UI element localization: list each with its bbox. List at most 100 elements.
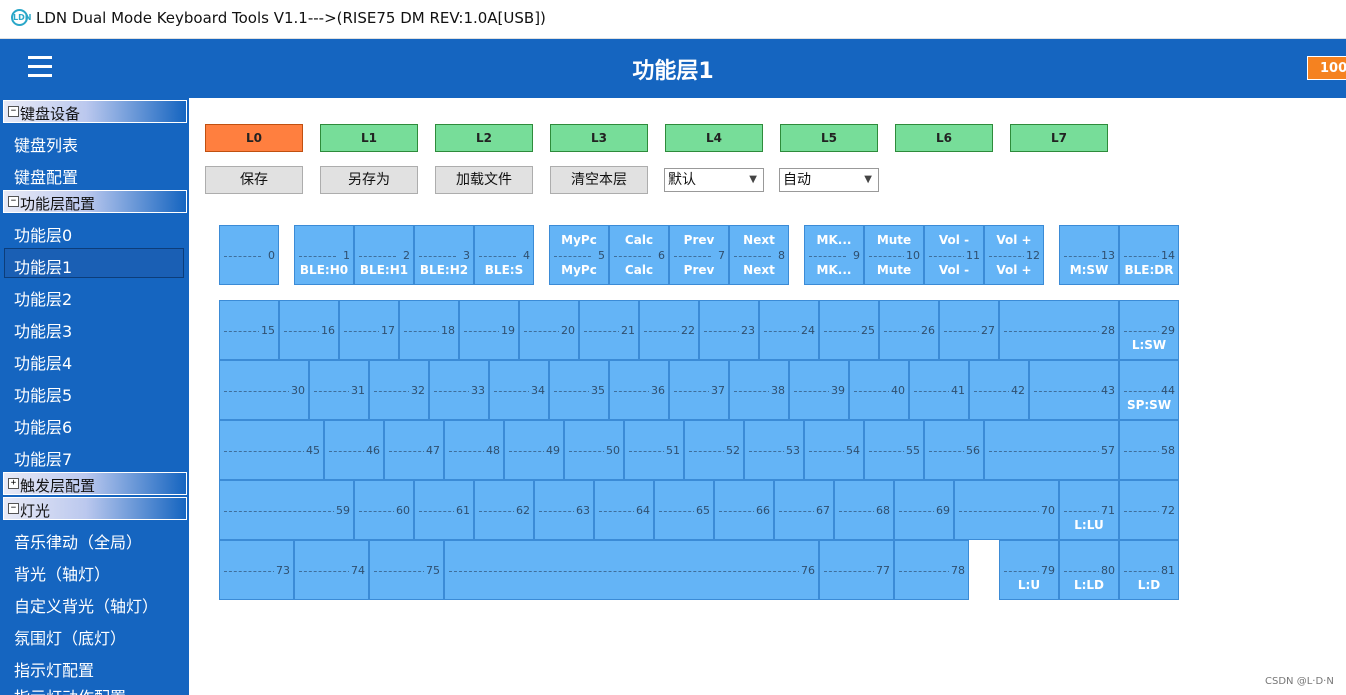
sidebar-group-lighting[interactable]: − 灯光 [3,497,187,520]
key-70[interactable]: 70 [954,480,1059,540]
key-28[interactable]: 28 [999,300,1119,360]
key-45[interactable]: 45 [219,420,324,480]
key-36[interactable]: 36 [609,360,669,420]
sidebar-item-backlight[interactable]: 背光（轴灯） [14,561,110,585]
key-17[interactable]: 17 [339,300,399,360]
key-50[interactable]: 50 [564,420,624,480]
key-34[interactable]: 34 [489,360,549,420]
key-2[interactable]: 2 BLE:H1 [354,225,414,285]
key-19[interactable]: 19 [459,300,519,360]
key-79[interactable]: 79 L:U [999,540,1059,600]
layer-button-l3[interactable]: L3 [550,124,648,152]
key-65[interactable]: 65 [654,480,714,540]
key-23[interactable]: 23 [699,300,759,360]
sidebar-item-layer-7[interactable]: 功能层7 [14,446,72,470]
key-11[interactable]: Vol -11 Vol - [924,225,984,285]
key-49[interactable]: 49 [504,420,564,480]
key-22[interactable]: 22 [639,300,699,360]
sidebar-group-trigger-layer-config[interactable]: + 触发层配置 [3,472,187,495]
sidebar-item-layer-4[interactable]: 功能层4 [14,350,72,374]
key-4[interactable]: 4 BLE:S [474,225,534,285]
key-51[interactable]: 51 [624,420,684,480]
key-38[interactable]: 38 [729,360,789,420]
key-0[interactable]: 0 [219,225,279,285]
key-54[interactable]: 54 [804,420,864,480]
key-8[interactable]: Next 8 Next [729,225,789,285]
key-48[interactable]: 48 [444,420,504,480]
key-27[interactable]: 27 [939,300,999,360]
key-76[interactable]: 76 [444,540,819,600]
layer-button-l5[interactable]: L5 [780,124,878,152]
key-58[interactable]: 58 [1119,420,1179,480]
key-61[interactable]: 61 [414,480,474,540]
key-30[interactable]: 30 [219,360,309,420]
sidebar-item-indicator-config[interactable]: 指示灯配置 [14,657,94,681]
key-31[interactable]: 31 [309,360,369,420]
sidebar-item-indicator-action-config[interactable]: 指示灯动作配置 [14,684,126,695]
key-66[interactable]: 66 [714,480,774,540]
key-5[interactable]: MyPc 5 MyPc [549,225,609,285]
profile-select[interactable]: 默认 ▼ [664,168,764,192]
sidebar-item-layer-6[interactable]: 功能层6 [14,414,72,438]
key-68[interactable]: 68 [834,480,894,540]
key-75[interactable]: 75 [369,540,444,600]
layer-button-l0[interactable]: L0 [205,124,303,152]
key-64[interactable]: 64 [594,480,654,540]
key-1[interactable]: 1 BLE:H0 [294,225,354,285]
layer-button-l7[interactable]: L7 [1010,124,1108,152]
mode-select[interactable]: 自动 ▼ [779,168,879,192]
sidebar-group-keyboard-devices[interactable]: − 键盘设备 [3,100,187,123]
key-41[interactable]: 41 [909,360,969,420]
key-60[interactable]: 60 [354,480,414,540]
key-59[interactable]: 59 [219,480,354,540]
save-button[interactable]: 保存 [205,166,303,194]
key-77[interactable]: 77 [819,540,894,600]
sidebar-item-keyboard-config[interactable]: 键盘配置 [14,164,78,188]
key-37[interactable]: 37 [669,360,729,420]
key-52[interactable]: 52 [684,420,744,480]
key-53[interactable]: 53 [744,420,804,480]
key-43[interactable]: 43 [1029,360,1119,420]
key-62[interactable]: 62 [474,480,534,540]
layer-button-l6[interactable]: L6 [895,124,993,152]
key-39[interactable]: 39 [789,360,849,420]
sidebar-item-layer-5[interactable]: 功能层5 [14,382,72,406]
key-80[interactable]: 80 L:LD [1059,540,1119,600]
key-35[interactable]: 35 [549,360,609,420]
key-71[interactable]: 71 L:LU [1059,480,1119,540]
key-78[interactable]: 78 [894,540,969,600]
key-69[interactable]: 69 [894,480,954,540]
key-72[interactable]: 72 [1119,480,1179,540]
key-9[interactable]: MK... 9 MK... [804,225,864,285]
layer-button-l1[interactable]: L1 [320,124,418,152]
key-12[interactable]: Vol +12 Vol + [984,225,1044,285]
sidebar-item-ambient-light[interactable]: 氛围灯（底灯） [14,625,126,649]
clear-layer-button[interactable]: 清空本层 [550,166,648,194]
key-63[interactable]: 63 [534,480,594,540]
key-67[interactable]: 67 [774,480,834,540]
key-74[interactable]: 74 [294,540,369,600]
collapse-toggle-icon[interactable]: − [8,106,19,117]
key-25[interactable]: 25 [819,300,879,360]
sidebar-item-layer-2[interactable]: 功能层2 [14,286,72,310]
key-57[interactable]: 57 [984,420,1119,480]
key-24[interactable]: 24 [759,300,819,360]
collapse-toggle-icon[interactable]: − [8,503,19,514]
key-44[interactable]: 44 SP:SW [1119,360,1179,420]
key-32[interactable]: 32 [369,360,429,420]
key-40[interactable]: 40 [849,360,909,420]
layer-button-l4[interactable]: L4 [665,124,763,152]
key-10[interactable]: Mute 10 Mute [864,225,924,285]
sidebar-item-layer-0[interactable]: 功能层0 [14,222,72,246]
key-14[interactable]: 14 BLE:DR [1119,225,1179,285]
key-3[interactable]: 3 BLE:H2 [414,225,474,285]
expand-toggle-icon[interactable]: + [8,478,19,489]
key-16[interactable]: 16 [279,300,339,360]
key-47[interactable]: 47 [384,420,444,480]
sidebar-item-layer-1[interactable]: 功能层1 [14,254,72,278]
sidebar-item-music-rhythm[interactable]: 音乐律动（全局） [14,529,142,553]
key-29[interactable]: 29 L:SW [1119,300,1179,360]
key-13[interactable]: 13 M:SW [1059,225,1119,285]
key-33[interactable]: 33 [429,360,489,420]
key-56[interactable]: 56 [924,420,984,480]
